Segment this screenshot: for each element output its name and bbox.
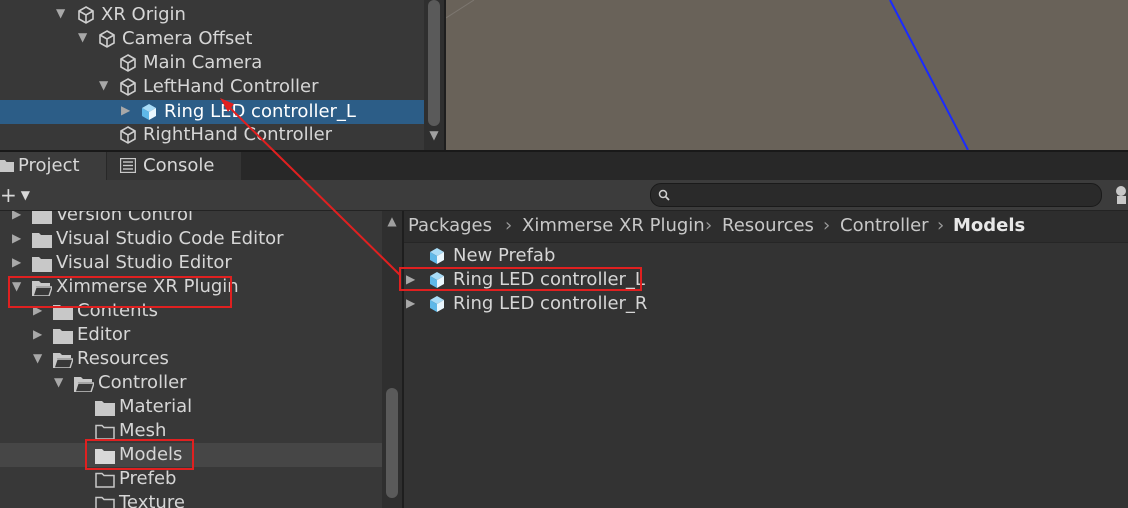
breadcrumb-separator-icon: › (705, 215, 713, 236)
tree-item-resources[interactable]: ▼ Resources (0, 347, 382, 371)
scroll-down-icon[interactable]: ▼ (426, 128, 442, 142)
tab-project[interactable]: Project (0, 152, 106, 180)
tree-item-prefeb[interactable]: Prefeb (0, 467, 382, 491)
scene-view[interactable] (446, 0, 1128, 150)
collapse-arrow-icon[interactable]: ▶ (121, 103, 130, 117)
breadcrumb-item-controller[interactable]: Controller (840, 215, 929, 236)
tab-label: Console (143, 155, 215, 176)
gameobject-cube-icon (120, 126, 136, 144)
empty-folder-icon (95, 496, 115, 508)
filter-by-type-icon[interactable] (1114, 185, 1128, 205)
add-asset-button[interactable]: + ▼ (0, 184, 34, 206)
hierarchy-scroll-thumb[interactable] (428, 0, 440, 126)
open-folder-icon (53, 353, 73, 368)
tree-item-editor[interactable]: ▶ Editor (0, 323, 382, 347)
hierarchy-item-camera-offset[interactable]: ▼ Camera Offset (0, 27, 424, 51)
expand-arrow-icon[interactable]: ▶ (12, 255, 21, 269)
collapse-arrow-icon[interactable]: ▼ (33, 351, 42, 365)
tab-console[interactable]: Console (107, 152, 241, 180)
hierarchy-item-lefthand-controller[interactable]: ▼ LeftHand Controller (0, 75, 424, 99)
tree-item-texture[interactable]: Texture (0, 491, 382, 508)
breadcrumb-item-models[interactable]: Models (953, 215, 1025, 236)
tree-item-label: Visual Studio Editor (56, 252, 232, 273)
expand-arrow-icon[interactable]: ▶ (406, 296, 415, 310)
scene-gizmo-lines (446, 0, 969, 150)
folder-icon (32, 257, 52, 272)
tree-item-version-control[interactable]: ▶ Version Control (0, 211, 382, 227)
hierarchy-panel: ▼ XR Origin ▼ Camera Offset Main Camera … (0, 0, 444, 150)
collapse-arrow-icon[interactable]: ▼ (54, 375, 63, 389)
tree-item-label: Visual Studio Code Editor (56, 228, 284, 249)
add-button-label: + (0, 183, 17, 207)
tree-item-label: Resources (77, 348, 169, 369)
hierarchy-item-label: Main Camera (143, 52, 263, 73)
asset-item-new-prefab[interactable]: New Prefab (404, 244, 1128, 268)
hierarchy-item-label: LeftHand Controller (143, 76, 319, 97)
dropdown-arrow-icon: ▼ (20, 188, 30, 202)
folder-icon (0, 160, 14, 172)
tree-item-label: Prefeb (119, 468, 177, 489)
expand-arrow-icon[interactable]: ▼ (99, 78, 108, 92)
tree-item-controller[interactable]: ▼ Controller (0, 371, 382, 395)
folder-icon (95, 401, 115, 416)
tab-label: Project (18, 155, 80, 176)
expand-arrow-icon[interactable]: ▶ (33, 327, 42, 341)
hierarchy-item-ring-led-controller-l[interactable]: ▶ Ring LED controller_L (0, 100, 424, 124)
hierarchy-item-label: RightHand Controller (143, 124, 333, 145)
breadcrumb-separator-icon: › (823, 215, 831, 236)
prefab-icon (142, 104, 156, 120)
highlight-box-ring-led-asset (399, 267, 642, 291)
tree-item-label: Texture (119, 492, 185, 508)
tree-item-label: Controller (98, 372, 187, 393)
hierarchy-item-righthand-controller[interactable]: RightHand Controller (0, 123, 424, 147)
tab-bar: Project Console (0, 152, 1128, 180)
empty-folder-icon (95, 424, 115, 440)
prefab-icon (430, 248, 444, 264)
expand-arrow-icon[interactable]: ▶ (12, 231, 21, 245)
breadcrumb-item-ximmerse-xr-plugin[interactable]: Ximmerse XR Plugin (522, 215, 705, 236)
hierarchy-item-label: Camera Offset (122, 28, 253, 49)
tree-item-label: Editor (77, 324, 131, 345)
tree-scroll-thumb[interactable] (386, 388, 398, 498)
highlight-box-ximmerse-plugin (8, 276, 232, 308)
tree-item-material[interactable]: Material (0, 395, 382, 419)
gameobject-cube-icon (120, 54, 136, 72)
asset-item-label: Ring LED controller_R (453, 293, 648, 314)
expand-arrow-icon[interactable]: ▼ (56, 6, 65, 20)
folder-icon (32, 211, 52, 224)
gameobject-cube-icon (120, 78, 136, 96)
scroll-up-icon[interactable]: ▲ (384, 214, 400, 228)
tree-item-label: Material (119, 396, 193, 417)
search-input[interactable] (650, 183, 1102, 207)
highlight-box-models-folder (85, 439, 194, 470)
breadcrumb-item-packages[interactable]: Packages (408, 215, 492, 236)
gameobject-cube-icon (99, 30, 115, 48)
breadcrumb-separator-icon: › (505, 215, 513, 236)
hierarchy-item-label: Ring LED controller_L (164, 101, 356, 122)
expand-arrow-icon[interactable]: ▶ (12, 211, 21, 221)
folder-icon (53, 329, 73, 344)
hierarchy-item-main-camera[interactable]: Main Camera (0, 51, 424, 75)
folder-icon (32, 233, 52, 248)
console-icon (120, 158, 136, 173)
breadcrumb-item-resources[interactable]: Resources (722, 215, 814, 236)
asset-item-ring-led-controller-r[interactable]: ▶ Ring LED controller_R (404, 292, 1128, 316)
tree-item-visual-studio-editor[interactable]: ▶ Visual Studio Editor (0, 251, 382, 275)
breadcrumb-separator-icon: › (937, 215, 945, 236)
search-icon (658, 189, 670, 201)
hierarchy-item-xr-origin[interactable]: ▼ XR Origin (0, 3, 424, 27)
gameobject-cube-icon (78, 6, 94, 24)
tree-item-label: Version Control (56, 211, 193, 225)
empty-folder-icon (95, 472, 115, 488)
hierarchy-item-label: XR Origin (101, 4, 186, 25)
open-folder-icon (74, 377, 94, 392)
expand-arrow-icon[interactable]: ▼ (78, 30, 87, 44)
asset-item-label: New Prefab (453, 245, 556, 266)
tree-item-label: Mesh (119, 420, 167, 441)
tree-item-visual-studio-code-editor[interactable]: ▶ Visual Studio Code Editor (0, 227, 382, 251)
prefab-model-icon (430, 296, 444, 312)
